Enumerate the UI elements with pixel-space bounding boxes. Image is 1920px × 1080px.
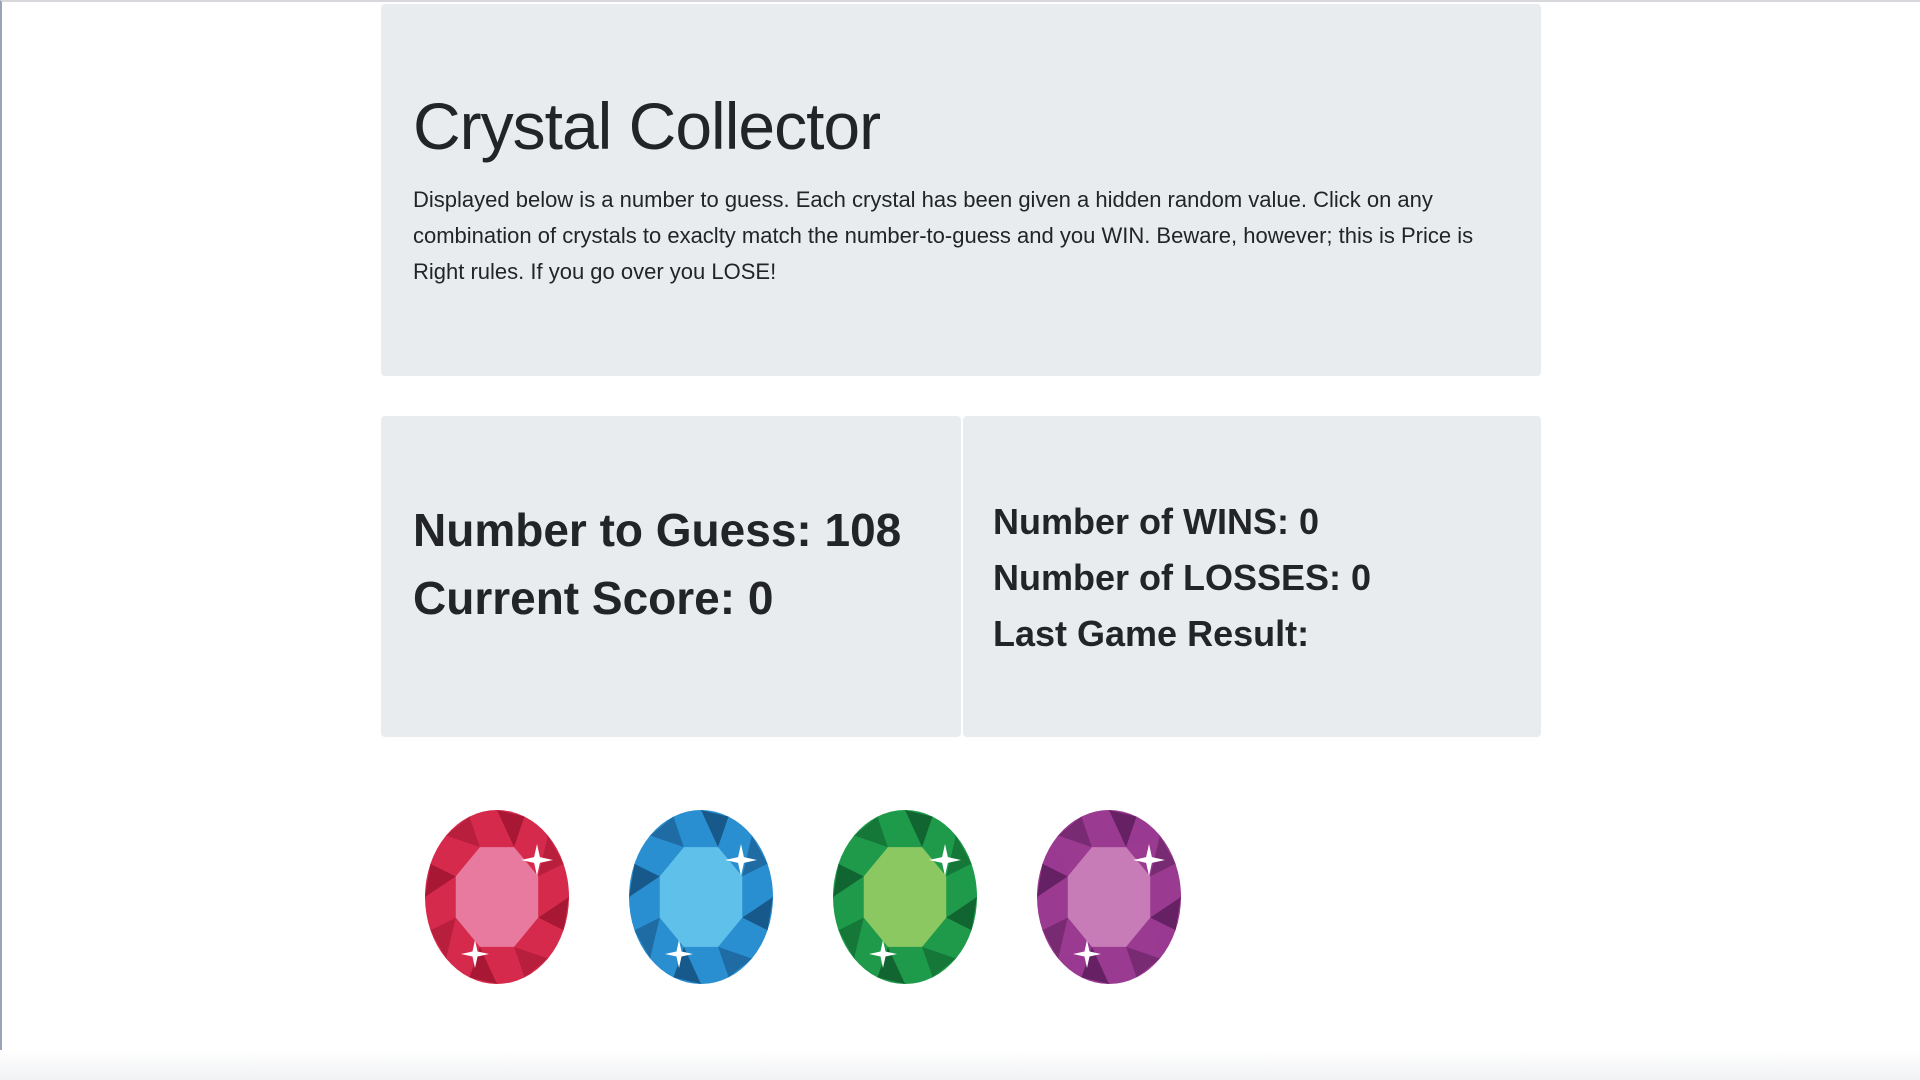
green-crystal-button[interactable]: [831, 808, 979, 986]
page-title: Crystal Collector: [413, 89, 881, 163]
losses-count: Number of LOSSES: 0: [993, 557, 1372, 598]
blue-crystal-button[interactable]: [627, 808, 775, 986]
last-game-result: Last Game Result:: [993, 613, 1310, 654]
score-panel: Number to Guess: 108 Current Score: 0: [381, 416, 961, 737]
purple-crystal-icon: [1037, 810, 1181, 984]
record-panel: Number of WINS: 0 Number of LOSSES: 0 La…: [963, 416, 1541, 737]
wins-count: Number of WINS: 0: [993, 501, 1320, 542]
purple-crystal-button[interactable]: [1035, 808, 1183, 986]
current-score: Current Score: 0: [413, 572, 774, 624]
game-instructions: Displayed below is a number to guess. Ea…: [413, 187, 1474, 284]
crystal-row: [423, 808, 1183, 986]
window-bottom-edge: [0, 1050, 1920, 1080]
green-crystal-icon: [833, 810, 977, 984]
blue-crystal-icon: [629, 810, 773, 984]
red-crystal-button[interactable]: [423, 808, 571, 986]
header-panel: Crystal Collector Displayed below is a n…: [381, 4, 1541, 376]
red-crystal-icon: [425, 810, 569, 984]
number-to-guess: Number to Guess: 108: [413, 504, 902, 556]
